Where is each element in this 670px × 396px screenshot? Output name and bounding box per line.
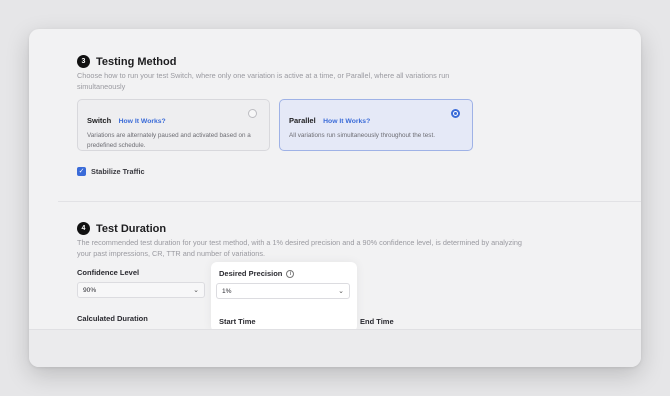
method-name: Switch (87, 116, 112, 125)
section-title: Testing Method (96, 55, 177, 68)
method-description: All variations run simultaneously throug… (289, 132, 435, 139)
start-time-label: Start Time (219, 317, 256, 326)
desired-precision-value: 1% (222, 287, 232, 295)
step-number-badge: 3 (77, 55, 90, 68)
settings-card: 3 Testing Method Choose how to run your … (29, 29, 641, 367)
stabilize-traffic-label: Stabilize Traffic (91, 167, 145, 176)
method-option-switch[interactable]: Switch How It Works? Variations are alte… (77, 99, 270, 151)
calculated-duration-label: Calculated Duration (77, 314, 148, 323)
radio-button[interactable] (248, 109, 257, 118)
confidence-level-select[interactable]: 90% ⌄ (77, 282, 205, 298)
method-description: Variations are alternately paused and ac… (87, 132, 251, 149)
radio-button-selected[interactable] (451, 109, 460, 118)
end-time-label: End Time (360, 317, 394, 326)
confidence-level-label: Confidence Level (77, 268, 140, 277)
how-it-works-link[interactable]: How It Works? (119, 118, 166, 125)
method-option-parallel[interactable]: Parallel How It Works? All variations ru… (279, 99, 473, 151)
section-title: Test Duration (96, 222, 167, 235)
card-footer-fade (29, 329, 641, 367)
desired-precision-label: Desired Precision i (219, 269, 295, 278)
test-duration-heading: 4 Test Duration (77, 222, 166, 235)
info-icon[interactable]: i (286, 270, 295, 278)
method-name: Parallel (289, 116, 316, 125)
test-duration-description: The recommended test duration for your t… (77, 238, 522, 258)
desired-precision-select[interactable]: 1% ⌄ (216, 283, 350, 299)
stabilize-traffic-row[interactable]: ✓ Stabilize Traffic (77, 167, 145, 176)
how-it-works-link[interactable]: How It Works? (323, 118, 370, 125)
section-divider (58, 201, 641, 202)
desired-precision-label-text: Desired Precision (219, 269, 283, 278)
chevron-down-icon: ⌄ (338, 288, 344, 295)
testing-method-description: Choose how to run your test Switch, wher… (77, 71, 450, 91)
testing-method-heading: 3 Testing Method (77, 55, 176, 68)
step-number-badge: 4 (77, 222, 90, 235)
check-icon[interactable]: ✓ (77, 167, 86, 176)
chevron-down-icon: ⌄ (193, 287, 199, 294)
confidence-level-value: 90% (83, 286, 97, 294)
